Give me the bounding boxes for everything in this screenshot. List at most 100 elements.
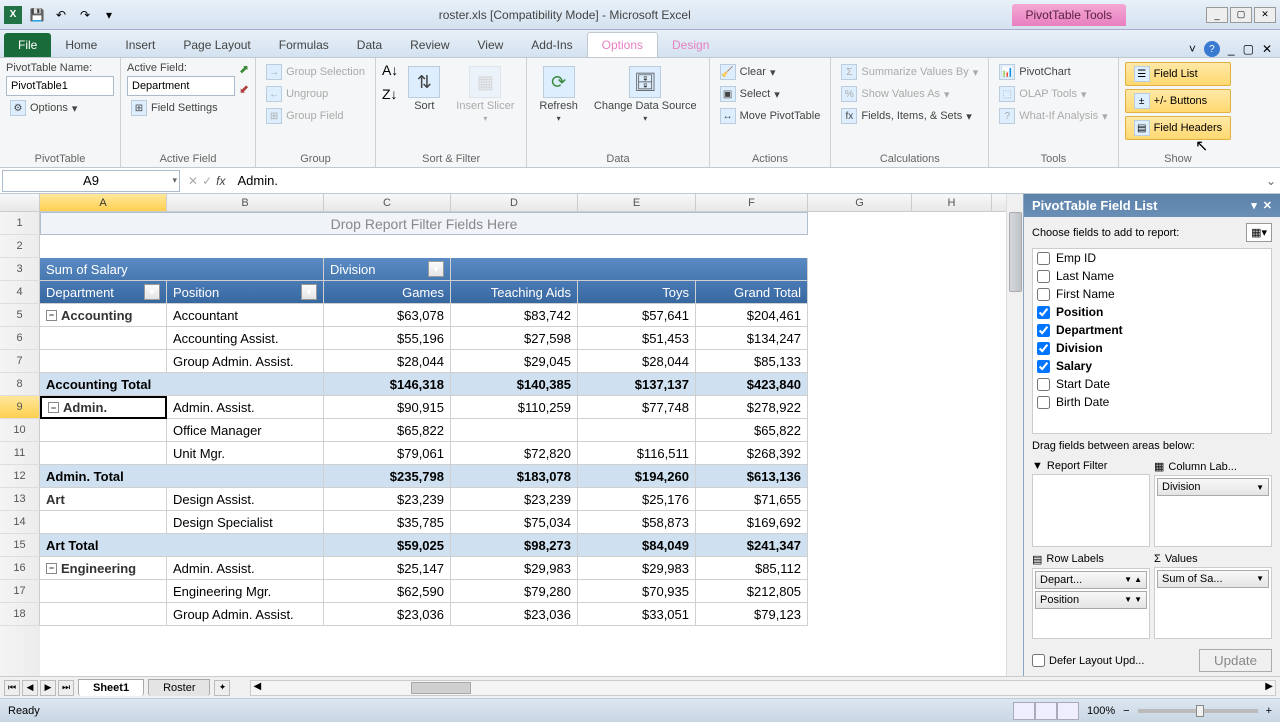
defer-layout-checkbox[interactable] (1032, 654, 1045, 667)
change-data-source-button[interactable]: 🗄Change Data Source▾ (588, 62, 703, 127)
cell[interactable]: $79,123 (696, 603, 808, 626)
fields-items-sets-button[interactable]: fxFields, Items, & Sets ▾ (837, 106, 982, 126)
field-position[interactable]: Position (1033, 303, 1271, 321)
hscroll-thumb[interactable] (411, 682, 471, 694)
cell[interactable]: $84,049 (578, 534, 696, 557)
field-checkbox[interactable] (1037, 270, 1050, 283)
cell[interactable]: $23,036 (451, 603, 578, 626)
cell[interactable]: $79,280 (451, 580, 578, 603)
prev-sheet-icon[interactable]: ◀ (22, 680, 38, 696)
cell[interactable]: $25,176 (578, 488, 696, 511)
cell[interactable]: $27,598 (451, 327, 578, 350)
cell[interactable]: $79,061 (324, 442, 451, 465)
row-header-13[interactable]: 13 (0, 488, 40, 511)
chip-department[interactable]: Depart...▼▲ (1035, 571, 1147, 589)
field-salary[interactable]: Salary (1033, 357, 1271, 375)
next-sheet-icon[interactable]: ▶ (40, 680, 56, 696)
vscroll-thumb[interactable] (1009, 212, 1022, 292)
chip-sum-of-salary[interactable]: Sum of Sa...▼ (1157, 570, 1269, 588)
cell[interactable] (451, 258, 808, 281)
field-list-fields[interactable]: Emp IDLast NameFirst NamePositionDepartm… (1032, 248, 1272, 434)
cell[interactable]: $33,051 (578, 603, 696, 626)
tab-view[interactable]: View (464, 33, 518, 57)
chevron-down-icon[interactable]: ▼ (1124, 595, 1132, 604)
row-header-2[interactable]: 2 (0, 235, 40, 258)
cell[interactable]: $77,748 (578, 396, 696, 419)
cell[interactable]: Teaching Aids (451, 281, 578, 304)
tab-insert[interactable]: Insert (111, 33, 169, 57)
cell[interactable]: Toys (578, 281, 696, 304)
column-labels-area[interactable]: Division▼ (1154, 475, 1272, 547)
field-checkbox[interactable] (1037, 342, 1050, 355)
field-checkbox[interactable] (1037, 378, 1050, 391)
collapse-icon[interactable]: − (48, 402, 59, 413)
field-list-button[interactable]: ☰Field List (1125, 62, 1231, 86)
cell[interactable]: $204,461 (696, 304, 808, 327)
cell[interactable]: Design Specialist (167, 511, 324, 534)
cell[interactable]: Accounting Total (40, 373, 324, 396)
cell[interactable]: $423,840 (696, 373, 808, 396)
cell[interactable]: $75,034 (451, 511, 578, 534)
layout-dropdown-icon[interactable]: ▦▾ (1246, 223, 1272, 242)
field-birth-date[interactable]: Birth Date (1033, 393, 1271, 411)
cell[interactable]: $65,822 (324, 419, 451, 442)
cell[interactable]: Position▼ (167, 281, 324, 304)
cell[interactable]: $169,692 (696, 511, 808, 534)
tab-data[interactable]: Data (343, 33, 396, 57)
chip-position[interactable]: Position▼▼ (1035, 591, 1147, 609)
field-checkbox[interactable] (1037, 360, 1050, 373)
field-headers-button[interactable]: ▤Field Headers (1125, 116, 1231, 140)
cell[interactable]: $72,820 (451, 442, 578, 465)
cell[interactable]: Group Admin. Assist. (167, 350, 324, 373)
field-emp-id[interactable]: Emp ID (1033, 249, 1271, 267)
col-header-h[interactable]: H (912, 194, 992, 211)
zoom-slider[interactable] (1138, 709, 1258, 713)
row-header-6[interactable]: 6 (0, 327, 40, 350)
save-icon[interactable]: 💾 (28, 6, 46, 24)
tab-add-ins[interactable]: Add-Ins (517, 33, 586, 57)
cell[interactable]: $28,044 (578, 350, 696, 373)
cell[interactable]: $35,785 (324, 511, 451, 534)
field-checkbox[interactable] (1037, 324, 1050, 337)
zoom-out-icon[interactable]: − (1123, 705, 1129, 717)
cell[interactable]: $23,239 (324, 488, 451, 511)
col-header-a[interactable]: A (40, 194, 167, 211)
select-all-corner[interactable] (0, 194, 40, 211)
cell[interactable]: Unit Mgr. (167, 442, 324, 465)
cell[interactable]: $110,259 (451, 396, 578, 419)
col-header-e[interactable]: E (578, 194, 696, 211)
cell[interactable]: $23,239 (451, 488, 578, 511)
cell[interactable]: −Accounting (40, 304, 167, 327)
formula-input[interactable]: Admin. (231, 173, 1262, 188)
col-header-g[interactable]: G (808, 194, 912, 211)
cell[interactable]: $235,798 (324, 465, 451, 488)
cell[interactable]: Accountant (167, 304, 324, 327)
cell[interactable]: $23,036 (324, 603, 451, 626)
cell[interactable]: Art Total (40, 534, 324, 557)
cell[interactable]: $98,273 (451, 534, 578, 557)
cell[interactable]: Design Assist. (167, 488, 324, 511)
normal-view-button[interactable] (1013, 702, 1035, 720)
cell[interactable]: $268,392 (696, 442, 808, 465)
cell[interactable]: Admin. Total (40, 465, 324, 488)
cell[interactable]: $241,347 (696, 534, 808, 557)
chevron-down-icon[interactable]: ▼ (1256, 483, 1264, 492)
collapse-icon[interactable]: − (46, 310, 57, 321)
cell[interactable]: Grand Total (696, 281, 808, 304)
zoom-in-icon[interactable]: + (1266, 705, 1272, 717)
cell[interactable]: $28,044 (324, 350, 451, 373)
row-header-17[interactable]: 17 (0, 580, 40, 603)
cell[interactable]: Admin. Assist. (167, 396, 324, 419)
horizontal-scrollbar[interactable]: ◀ ▶ (250, 680, 1276, 696)
cell[interactable]: $59,025 (324, 534, 451, 557)
field-start-date[interactable]: Start Date (1033, 375, 1271, 393)
cell[interactable]: $90,915 (324, 396, 451, 419)
cell[interactable]: $194,260 (578, 465, 696, 488)
cell[interactable] (40, 419, 167, 442)
cell[interactable] (578, 419, 696, 442)
cell[interactable]: Engineering Mgr. (167, 580, 324, 603)
cell[interactable]: $183,078 (451, 465, 578, 488)
tab-file[interactable]: File (4, 33, 51, 57)
col-header-b[interactable]: B (167, 194, 324, 211)
tab-page-layout[interactable]: Page Layout (169, 33, 264, 57)
